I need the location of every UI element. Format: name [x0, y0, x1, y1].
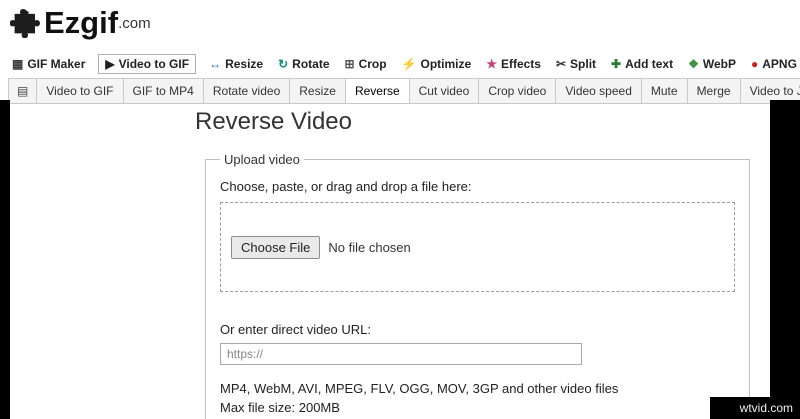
upload-video-fieldset: Upload video Choose, paste, or drag and … — [205, 152, 750, 419]
film-strip-icon: ▤ — [17, 84, 29, 98]
left-letterbox-bar — [0, 100, 10, 419]
main-content: Reverse Video Upload video Choose, paste… — [195, 108, 775, 419]
tab-crop-video[interactable]: Crop video — [479, 79, 557, 103]
tab-reverse[interactable]: Reverse — [345, 79, 410, 103]
split-icon: ✂ — [555, 57, 567, 71]
ezgif-puzzle-logo-icon — [10, 8, 40, 38]
right-letterbox-bar — [770, 100, 800, 419]
resize-icon: ↔ — [209, 57, 222, 71]
nav-webp[interactable]: ❖ WebP — [686, 54, 738, 74]
video-tools-tab-bar: ▤ Video to GIF GIF to MP4 Rotate video R… — [8, 78, 800, 104]
logo[interactable]: Ezgif .com — [10, 6, 151, 40]
nav-crop[interactable]: ⊞ Crop — [343, 54, 389, 74]
brand-name: Ezgif — [44, 5, 119, 40]
nav-label: Video to GIF — [118, 57, 190, 71]
optimize-icon: ⚡ — [401, 57, 417, 71]
nav-optimize[interactable]: ⚡ Optimize — [400, 54, 474, 74]
nav-label: APNG — [762, 57, 797, 71]
nav-label: WebP — [702, 57, 736, 71]
nav-video-to-gif[interactable]: ▶ Video to GIF — [98, 54, 197, 74]
nav-split[interactable]: ✂ Split — [554, 54, 598, 74]
nav-effects[interactable]: ★ Effects — [484, 54, 543, 74]
apng-icon: ● — [750, 57, 759, 71]
nav-gif-maker[interactable]: ▦ GIF Maker — [10, 54, 87, 74]
nav-rotate[interactable]: ↻ Rotate — [276, 54, 331, 74]
nav-resize[interactable]: ↔ Resize — [207, 54, 265, 74]
tab-mute[interactable]: Mute — [642, 79, 688, 103]
page-title: Reverse Video — [195, 108, 352, 135]
drop-instruction: Choose, paste, or drag and drop a file h… — [220, 179, 472, 194]
tab-gif-to-mp4[interactable]: GIF to MP4 — [124, 79, 204, 103]
url-instruction: Or enter direct video URL: — [220, 322, 372, 337]
nav-label: Add text — [625, 57, 674, 71]
tab-resize-video[interactable]: Resize — [290, 79, 346, 103]
choose-file-button[interactable]: Choose File — [231, 235, 321, 259]
upload-legend: Upload video — [224, 152, 300, 167]
nav-label: Effects — [500, 57, 541, 71]
gif-maker-icon: ▦ — [12, 57, 24, 71]
add-text-icon: ✚ — [611, 57, 622, 71]
nav-label: Rotate — [292, 57, 330, 71]
tab-cut-video[interactable]: Cut video — [410, 79, 480, 103]
supported-formats-note: MP4, WebM, AVI, MPEG, FLV, OGG, MOV, 3GP… — [220, 381, 619, 396]
nav-label: GIF Maker — [27, 57, 86, 71]
crop-icon: ⊞ — [344, 57, 355, 71]
file-dropzone[interactable]: Choose File No file chosen — [220, 202, 735, 292]
webp-icon: ❖ — [688, 57, 699, 71]
tab-video-to-gif[interactable]: Video to GIF — [37, 79, 124, 103]
main-nav: ▦ GIF Maker ▶ Video to GIF ↔ Resize ↻ Ro… — [10, 54, 799, 74]
tab-rotate-video[interactable]: Rotate video — [204, 79, 291, 103]
tab-merge[interactable]: Merge — [688, 79, 741, 103]
video-url-input[interactable] — [220, 343, 582, 365]
nav-label: Crop — [358, 57, 387, 71]
nav-add-text[interactable]: ✚ Add text — [609, 54, 675, 74]
tab-video-home[interactable]: ▤ — [9, 79, 38, 103]
rotate-icon: ↻ — [278, 57, 289, 71]
brand-domain: .com — [118, 14, 151, 32]
watermark-text: wtvid.com — [739, 401, 793, 415]
nav-label: Resize — [225, 57, 264, 71]
page: Ezgif .com ▦ GIF Maker ▶ Video to GIF ↔ … — [0, 0, 800, 419]
watermark: wtvid.com — [710, 397, 800, 419]
max-file-size-note: Max file size: 200MB — [220, 400, 340, 415]
effects-icon: ★ — [486, 57, 497, 71]
video-to-gif-icon: ▶ — [105, 57, 115, 71]
file-chosen-status: No file chosen — [328, 239, 411, 255]
nav-apng[interactable]: ● APNG — [749, 54, 799, 74]
nav-label: Split — [570, 57, 597, 71]
nav-label: Optimize — [420, 57, 472, 71]
tab-video-speed[interactable]: Video speed — [556, 79, 642, 103]
